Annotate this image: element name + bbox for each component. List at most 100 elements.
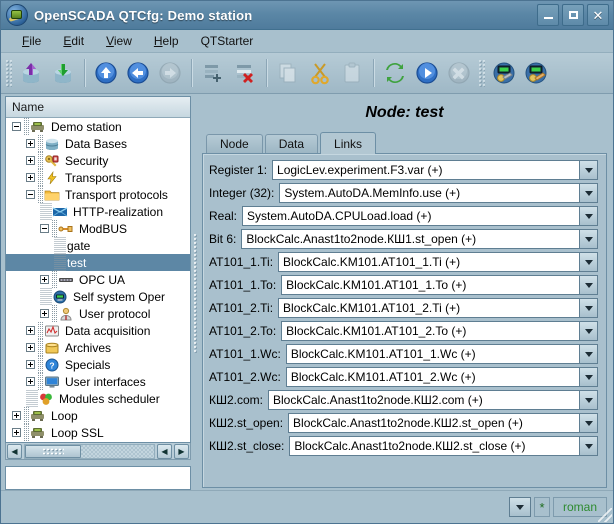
expand-icon[interactable] — [26, 377, 35, 386]
add-node-icon[interactable] — [198, 57, 228, 89]
chevron-down-icon[interactable] — [579, 413, 598, 433]
tree-item[interactable]: Transports — [6, 169, 190, 186]
link-combobox[interactable]: BlockCalc.KM101.AT101_1.Ti (+) — [278, 252, 598, 272]
expand-icon[interactable] — [26, 139, 35, 148]
scroll-thumb[interactable] — [25, 445, 81, 458]
resize-grip-icon[interactable] — [598, 508, 612, 522]
status-dropdown-button[interactable] — [509, 497, 531, 517]
expand-icon[interactable] — [26, 173, 35, 182]
minimize-button[interactable] — [537, 4, 559, 26]
cut-icon[interactable] — [305, 57, 335, 89]
expand-icon[interactable] — [40, 309, 49, 318]
tree-item-selected[interactable]: test — [6, 254, 190, 271]
refresh-icon[interactable] — [380, 57, 410, 89]
link-combobox[interactable]: BlockCalc.KM101.AT101_1.Wc (+) — [286, 344, 598, 364]
tab-node[interactable]: Node — [206, 134, 263, 153]
link-value[interactable]: BlockCalc.Anast1to2node.КШ2.com (+) — [268, 390, 579, 410]
tree-item[interactable]: gate — [6, 237, 190, 254]
chevron-down-icon[interactable] — [579, 390, 598, 410]
tree-item[interactable]: Data Bases — [6, 135, 190, 152]
link-value[interactable]: BlockCalc.KM101.AT101_2.To (+) — [281, 321, 579, 341]
start-icon[interactable] — [412, 57, 442, 89]
expand-icon[interactable] — [40, 275, 49, 284]
nav-back-icon[interactable] — [123, 57, 153, 89]
link-value[interactable]: BlockCalc.KM101.AT101_1.Wc (+) — [286, 344, 579, 364]
chevron-down-icon[interactable] — [579, 206, 598, 226]
link-value[interactable]: BlockCalc.KM101.AT101_2.Wc (+) — [286, 367, 579, 387]
tree-item[interactable]: User interfaces — [6, 373, 190, 390]
chevron-down-icon[interactable] — [579, 275, 598, 295]
tree-item[interactable]: Security — [6, 152, 190, 169]
scroll-left-arrow-2[interactable]: ◀ — [157, 444, 172, 459]
chevron-down-icon[interactable] — [579, 321, 598, 341]
link-value[interactable]: BlockCalc.Anast1to2node.КШ1.st_open (+) — [241, 229, 579, 249]
tree-item[interactable]: HTTP-realization — [6, 203, 190, 220]
link-combobox[interactable]: System.AutoDA.CPULoad.load (+) — [242, 206, 598, 226]
chevron-down-icon[interactable] — [579, 229, 598, 249]
menu-item-qtstarter[interactable]: QTStarter — [190, 32, 265, 50]
link-value[interactable]: BlockCalc.KM101.AT101_1.To (+) — [281, 275, 579, 295]
link-combobox[interactable]: BlockCalc.KM101.AT101_1.To (+) — [281, 275, 598, 295]
link-value[interactable]: BlockCalc.Anast1to2node.КШ2.st_close (+) — [289, 436, 579, 456]
tree-item[interactable]: Archives — [6, 339, 190, 356]
name-input[interactable] — [5, 466, 191, 490]
tab-data[interactable]: Data — [265, 134, 318, 153]
link-combobox[interactable]: BlockCalc.KM101.AT101_2.Wc (+) — [286, 367, 598, 387]
collapse-icon[interactable] — [26, 190, 35, 199]
expand-icon[interactable] — [26, 360, 35, 369]
nav-up-icon[interactable] — [91, 57, 121, 89]
tree-item[interactable]: Self system Oper — [6, 288, 190, 305]
tree-item[interactable]: ModBUS — [6, 220, 190, 237]
scroll-track[interactable] — [24, 444, 155, 459]
link-combobox[interactable]: BlockCalc.KM101.AT101_2.Ti (+) — [278, 298, 598, 318]
expand-icon[interactable] — [12, 428, 21, 437]
tree-view[interactable]: Demo stationData BasesSecurityTransports… — [6, 118, 190, 442]
menu-item-file[interactable]: File — [11, 32, 52, 50]
menu-item-help[interactable]: Help — [143, 32, 190, 50]
chevron-down-icon[interactable] — [579, 298, 598, 318]
expand-icon[interactable] — [26, 343, 35, 352]
tree-item[interactable]: ?Specials — [6, 356, 190, 373]
tree-item[interactable]: Data acquisition — [6, 322, 190, 339]
delete-node-icon[interactable] — [230, 57, 260, 89]
link-value[interactable]: BlockCalc.Anast1to2node.КШ2.st_open (+) — [288, 413, 579, 433]
tree-item[interactable]: Transport protocols — [6, 186, 190, 203]
tree-item[interactable]: Loop — [6, 407, 190, 424]
close-button[interactable]: ✕ — [587, 4, 609, 26]
tree-horizontal-scrollbar[interactable]: ◀ ◀ ▶ — [5, 443, 191, 460]
config-tool-icon[interactable] — [489, 57, 519, 89]
tree-item[interactable]: User protocol — [6, 305, 190, 322]
link-combobox[interactable]: System.AutoDA.MemInfo.use (+) — [279, 183, 598, 203]
chevron-down-icon[interactable] — [579, 344, 598, 364]
chevron-down-icon[interactable] — [579, 436, 598, 456]
expand-icon[interactable] — [26, 326, 35, 335]
config-edit-icon[interactable] — [521, 57, 551, 89]
chevron-down-icon[interactable] — [579, 252, 598, 272]
chevron-down-icon[interactable] — [579, 160, 598, 180]
link-value[interactable]: System.AutoDA.MemInfo.use (+) — [279, 183, 579, 203]
collapse-icon[interactable] — [12, 122, 21, 131]
menu-item-view[interactable]: View — [95, 32, 143, 50]
expand-icon[interactable] — [26, 156, 35, 165]
collapse-icon[interactable] — [40, 224, 49, 233]
link-combobox[interactable]: BlockCalc.Anast1to2node.КШ2.com (+) — [268, 390, 598, 410]
menu-item-edit[interactable]: Edit — [52, 32, 95, 50]
link-combobox[interactable]: BlockCalc.Anast1to2node.КШ1.st_open (+) — [241, 229, 598, 249]
scroll-left-arrow[interactable]: ◀ — [7, 444, 22, 459]
scroll-right-arrow[interactable]: ▶ — [174, 444, 189, 459]
link-value[interactable]: BlockCalc.KM101.AT101_1.Ti (+) — [278, 252, 579, 272]
tree-item[interactable]: Loop SSL — [6, 424, 190, 441]
load-from-db-icon[interactable] — [16, 57, 46, 89]
tree-item[interactable]: Modules scheduler — [6, 390, 190, 407]
link-value[interactable]: BlockCalc.KM101.AT101_2.Ti (+) — [278, 298, 579, 318]
chevron-down-icon[interactable] — [579, 367, 598, 387]
link-value[interactable]: System.AutoDA.CPULoad.load (+) — [242, 206, 579, 226]
maximize-button[interactable] — [562, 4, 584, 26]
tree-item[interactable]: Demo station — [6, 118, 190, 135]
link-combobox[interactable]: BlockCalc.KM101.AT101_2.To (+) — [281, 321, 598, 341]
expand-icon[interactable] — [12, 411, 21, 420]
tab-links[interactable]: Links — [320, 132, 376, 154]
save-to-db-icon[interactable] — [48, 57, 78, 89]
chevron-down-icon[interactable] — [579, 183, 598, 203]
link-combobox[interactable]: BlockCalc.Anast1to2node.КШ2.st_close (+) — [289, 436, 598, 456]
